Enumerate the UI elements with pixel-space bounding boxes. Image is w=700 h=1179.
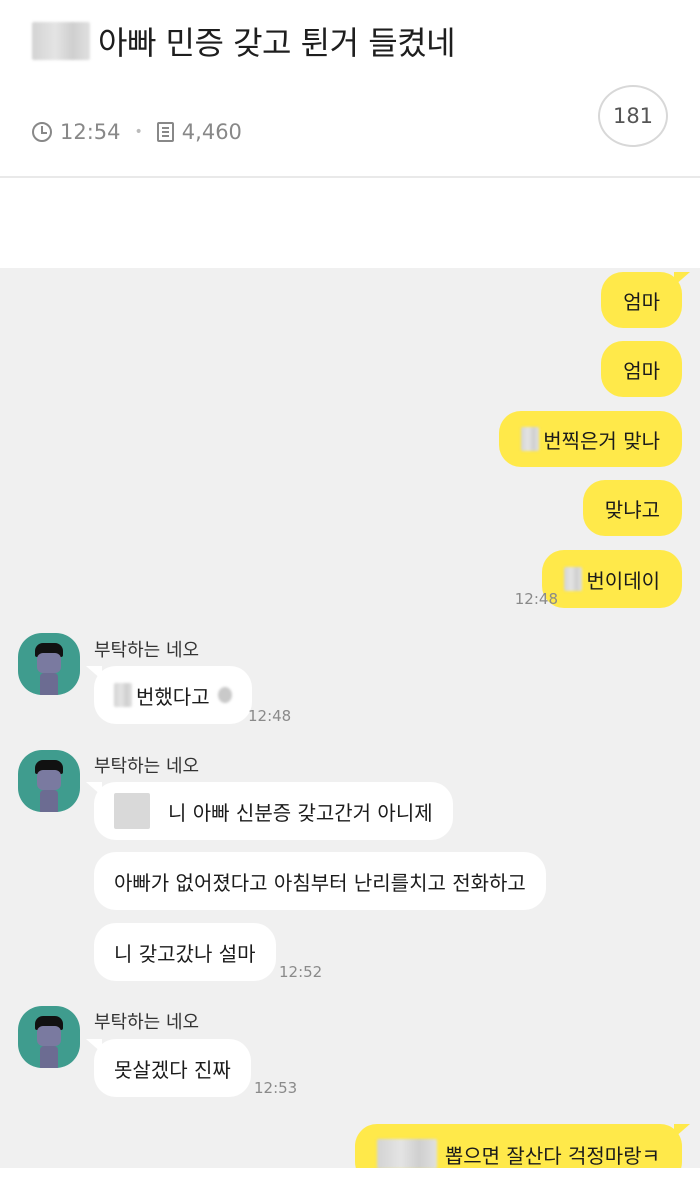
message-time: 12:52 <box>279 963 323 981</box>
redacted-text <box>564 567 583 591</box>
clock-icon <box>32 122 52 142</box>
outgoing-message: 뽑으면 잘산다 걱정마랑ㅋ <box>354 1124 691 1168</box>
outgoing-message: 번찍은거 맞나 <box>499 411 682 467</box>
redacted-text <box>376 1139 437 1168</box>
incoming-message: 못살겠다 진짜 <box>86 1039 251 1097</box>
comment-count: 181 <box>612 104 654 128</box>
post-meta: 12:54 • 4,460 <box>32 120 242 144</box>
outgoing-message: 맞냐고 <box>582 480 682 536</box>
avatar[interactable] <box>18 750 80 812</box>
incoming-message: 번했다고 <box>86 666 252 724</box>
outgoing-message: 엄마 <box>601 341 682 397</box>
avatar[interactable] <box>18 1006 80 1068</box>
incoming-message: 니 갖고갔나 설마 <box>94 923 276 981</box>
sender-name: 부탁하는 네오 <box>94 756 200 777</box>
message-time: 12:53 <box>254 1079 298 1097</box>
message-time: 12:48 <box>248 707 292 725</box>
post-time: 12:54 <box>60 120 121 144</box>
document-icon <box>156 122 174 142</box>
redacted-text <box>114 793 150 829</box>
view-count: 4,460 <box>181 120 242 144</box>
meta-separator: • <box>134 124 143 140</box>
sender-name: 부탁하는 네오 <box>94 1012 200 1033</box>
post-header: 아빠 민증 갖고 튄거 들켰네 12:54 • 4,460 181 <box>0 0 700 178</box>
blurred-prefix <box>32 22 90 60</box>
post-title: 아빠 민증 갖고 튄거 들켰네 <box>98 24 456 62</box>
title-row: 아빠 민증 갖고 튄거 들켰네 <box>32 18 456 64</box>
sender-name: 부탁하는 네오 <box>94 640 200 661</box>
chat-screenshot: 엄마 엄마 번찍은거 맞나 맞냐고 번이데이 12:48 부탁하는 네오 번했다… <box>0 268 700 1168</box>
incoming-message: 아빠가 없어졌다고 아침부터 난리를치고 전화하고 <box>94 852 546 910</box>
redacted-text <box>521 427 540 451</box>
redacted-emoji <box>217 687 232 703</box>
outgoing-message: 번이데이 <box>542 550 682 608</box>
incoming-message: 니 아빠 신분증 갖고간거 아니제 <box>86 782 453 840</box>
comment-count-button[interactable]: 181 <box>598 85 668 147</box>
avatar[interactable] <box>18 633 80 695</box>
message-time: 12:48 <box>514 590 558 608</box>
outgoing-message: 엄마 <box>601 272 690 328</box>
redacted-text <box>114 683 132 707</box>
